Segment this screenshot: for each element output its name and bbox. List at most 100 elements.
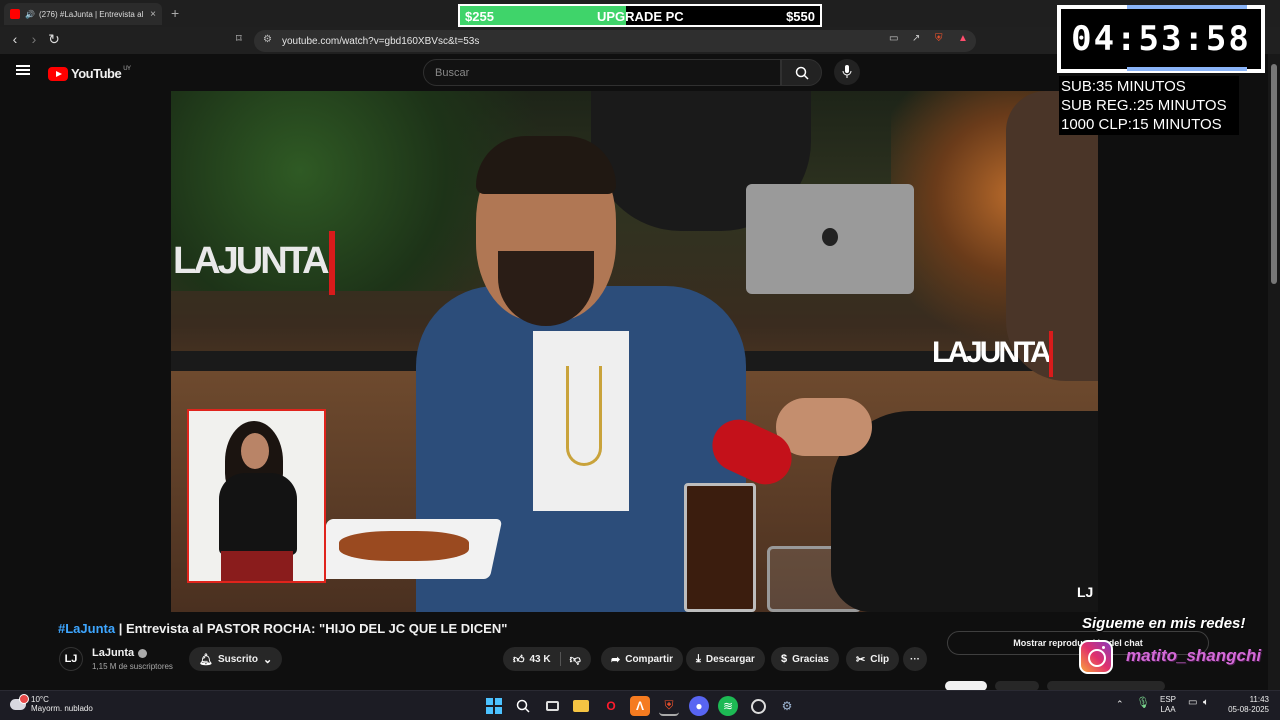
clock[interactable]: 11:43 05-08-2025 [1225, 695, 1269, 715]
download-label: Descargar [705, 653, 755, 665]
voice-search-button[interactable] [834, 59, 860, 85]
volume-icon[interactable]: 🔈︎ [1203, 698, 1209, 708]
subscribed-button[interactable]: 🔔︎ Suscrito ⌄ [189, 647, 283, 671]
instagram-icon [1079, 640, 1113, 674]
upgrade-goal-bar: $255 UPGRADE PC $550 [458, 4, 822, 27]
video-watermark: LAJUNTA [932, 331, 1053, 377]
search-input[interactable]: Buscar [423, 59, 781, 86]
video-guest-hair [476, 136, 616, 194]
opera-gx-icon[interactable]: O [601, 696, 621, 716]
upgrade-current-amount: $255 [465, 9, 494, 24]
search-button[interactable] [781, 59, 822, 86]
taskbar: 10°C Mayorm. nublado O Λ ⛨ ● ≋ ⚙ ⌃ 🎙︎ ES… [0, 690, 1280, 720]
channel-name[interactable]: LaJunta [92, 647, 148, 659]
input-language[interactable]: ESP LAA [1160, 695, 1176, 715]
microphone-icon [842, 65, 852, 78]
tray-mic-icon[interactable]: 🎙︎ [1136, 698, 1150, 709]
video-host-sleeve [831, 411, 1098, 612]
video-glass [684, 483, 756, 612]
youtube-logo-text: YouTube [71, 66, 122, 81]
subscriber-count: 1,15 M de suscriptores [92, 662, 173, 671]
rule-line: SUB REG.:25 MINUTOS [1061, 97, 1227, 114]
scissors-icon: ✂ [856, 653, 866, 666]
download-button[interactable]: ⤓ Descargar [686, 647, 765, 671]
subathon-rules: SUB:35 MINUTOS SUB REG.:25 MINUTOS 1000 … [1059, 76, 1239, 135]
video-laptop [746, 184, 914, 294]
brave-browser-icon[interactable]: ⛨ [659, 696, 679, 716]
brave-shield-icon[interactable]: ⛨ [935, 33, 943, 44]
thanks-button[interactable]: $ Gracias [771, 647, 839, 671]
youtube-play-icon [48, 66, 68, 81]
subscribed-label: Suscrito [217, 653, 258, 665]
forward-arrow-icon[interactable]: › [25, 31, 43, 47]
reload-icon[interactable]: ↻ [45, 31, 63, 48]
timer-accent-bottom [1127, 67, 1247, 71]
cloud-icon [10, 693, 29, 710]
network-icon[interactable]: ▭ [1188, 698, 1197, 708]
youtube-logo[interactable]: YouTube UY [48, 66, 131, 81]
weather-widget[interactable]: 10°C Mayorm. nublado [10, 693, 93, 713]
video-food [339, 531, 469, 561]
chevron-down-icon: ⌄ [262, 653, 273, 666]
scrollbar-thumb[interactable] [1271, 64, 1277, 284]
upgrade-label: UPGRADE PC [597, 9, 684, 24]
new-tab-button[interactable]: + [171, 5, 179, 21]
tray-chevron-icon[interactable]: ⌃ [1116, 699, 1124, 709]
speaker-icon: 🔊 [25, 9, 35, 19]
more-actions-button[interactable]: ··· [903, 647, 927, 671]
address-bar[interactable]: ⚙ youtube.com/watch?v=gbd160XBVsc&t=53s [254, 30, 976, 52]
thumbs-up-icon[interactable]: 👍︎ [513, 653, 525, 666]
spotify-icon[interactable]: ≋ [718, 696, 738, 716]
video-corner-mark: LJ [1077, 584, 1094, 600]
discord-icon[interactable]: ● [689, 696, 709, 716]
download-icon: ⤓ [696, 652, 701, 665]
thanks-label: Gracias [792, 653, 829, 665]
app-icon[interactable]: Λ [630, 696, 650, 716]
windows-start-icon[interactable] [484, 696, 504, 716]
thumbs-down-icon[interactable]: 👎︎ [570, 653, 581, 666]
interpreter-pants [221, 551, 293, 581]
taskbar-search-icon[interactable] [513, 696, 533, 716]
weather-temperature: 10°C [31, 695, 49, 704]
page-scrollbar[interactable] [1268, 54, 1280, 694]
thanks-icon: $ [781, 653, 788, 665]
brave-rewards-icon[interactable]: ▲ [958, 33, 968, 44]
bookmark-icon[interactable]: ⌑ [236, 32, 242, 45]
rule-line: 1000 CLP:15 MINUTOS [1061, 116, 1222, 133]
search-icon [795, 66, 809, 80]
interpreter-face [241, 433, 269, 469]
back-arrow-icon[interactable]: ‹ [6, 31, 24, 47]
region-code: UY [123, 65, 131, 72]
hamburger-menu-icon[interactable] [16, 65, 30, 75]
obs-icon[interactable] [748, 696, 768, 716]
steam-icon[interactable]: ⚙ [777, 696, 797, 716]
like-divider [559, 652, 561, 666]
verified-icon [138, 648, 148, 658]
video-host-hand [776, 398, 872, 456]
share-icon: ➦ [611, 653, 621, 666]
clip-button[interactable]: ✂ Clip [846, 647, 900, 671]
like-count[interactable]: 43 K [530, 654, 551, 665]
task-view-icon[interactable] [542, 696, 562, 716]
upgrade-goal-amount: $550 [786, 9, 815, 24]
video-title-hashtag[interactable]: #LaJunta [58, 621, 115, 636]
video-title-text: | Entrevista al PASTOR ROCHA: "HIJO DEL … [115, 621, 508, 636]
url-text: youtube.com/watch?v=gbd160XBVsc&t=53s [282, 35, 480, 47]
video-lajunta-sign: LAJUNTA [173, 231, 335, 295]
share-page-icon[interactable]: ↗ [912, 33, 920, 44]
cast-icon[interactable]: ▭ [889, 33, 898, 44]
channel-avatar[interactable]: LJ [59, 647, 83, 671]
share-button[interactable]: ➦ Compartir [601, 647, 684, 671]
like-dislike-group: 👍︎ 43 K 👎︎ [503, 647, 591, 671]
interpreter-body [219, 473, 297, 555]
stream-timer: 04:53:58 [1057, 5, 1265, 73]
bell-icon: 🔔︎ [199, 653, 213, 666]
tab-close-icon[interactable]: × [150, 9, 156, 20]
social-heading: Sigueme en mis redes! [1082, 615, 1246, 632]
browser-tab[interactable]: 🔊 (276) #LaJunta | Entrevista al P × [4, 3, 162, 25]
interpreter-inset [187, 409, 326, 583]
file-explorer-icon[interactable] [571, 696, 591, 716]
share-label: Compartir [625, 653, 674, 665]
site-info-icon[interactable]: ⚙ [263, 34, 272, 45]
youtube-favicon-icon [10, 9, 20, 19]
